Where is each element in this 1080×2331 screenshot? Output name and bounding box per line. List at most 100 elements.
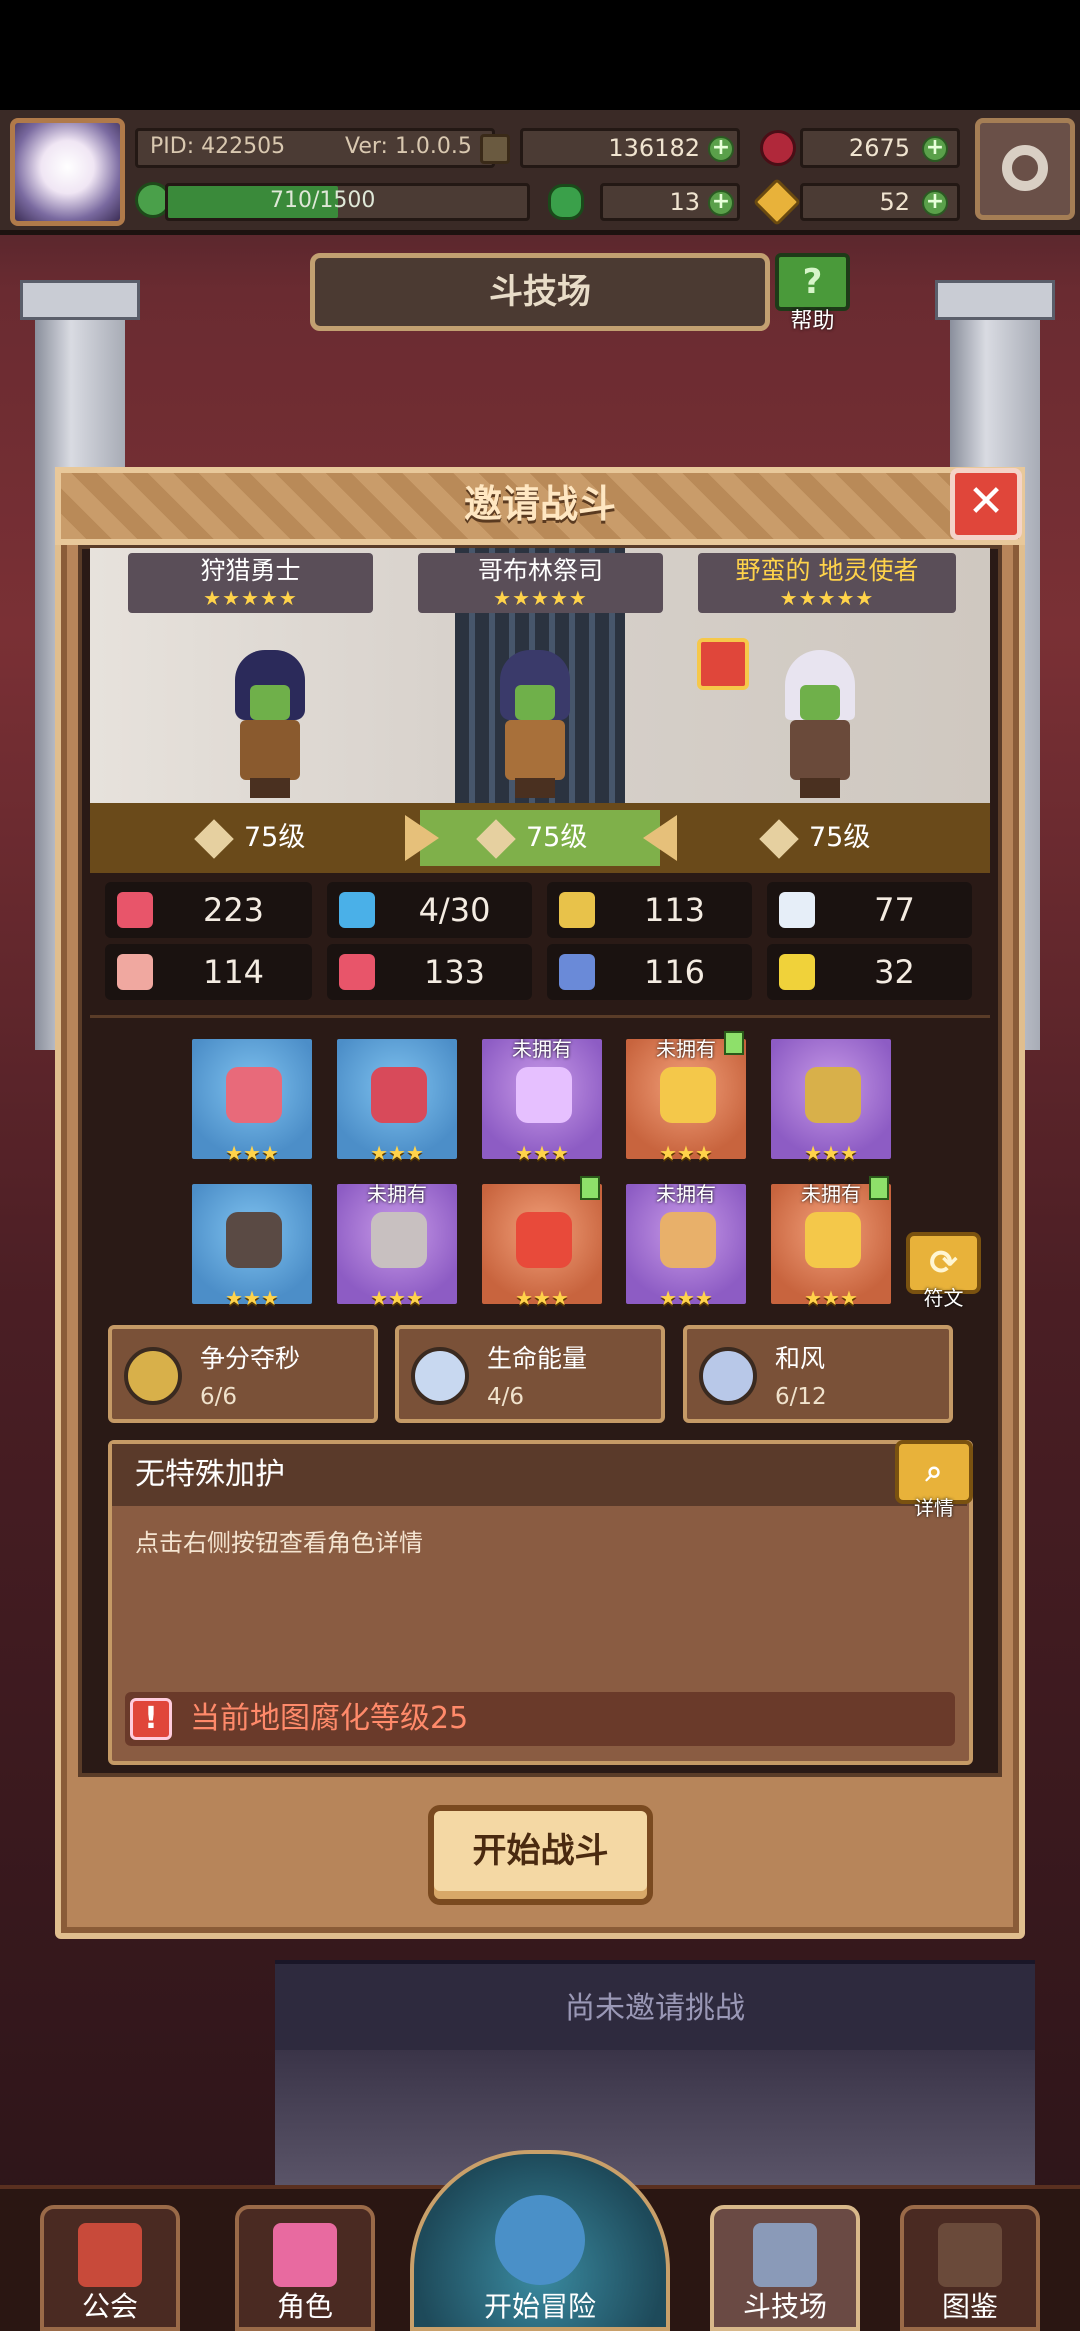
stat-resist: 116 <box>547 944 752 1000</box>
trait-count: 4/6 <box>487 1384 525 1410</box>
hero-sprite-hunter[interactable] <box>205 630 335 800</box>
equipment-stars: ★★★ <box>515 1286 569 1310</box>
stat-value: 116 <box>643 953 706 991</box>
fur-armor-icon <box>371 1212 427 1268</box>
detail-button[interactable]: ⌕ 详情 <box>895 1440 975 1524</box>
equipment-stars: ★★★ <box>370 1286 424 1310</box>
hero-body <box>505 720 565 780</box>
close-icon: ✕ <box>967 476 1005 527</box>
hero-stars: ★★★★★ <box>779 586 875 610</box>
stat-value: 223 <box>202 891 265 929</box>
stat-value: 133 <box>423 953 486 991</box>
magnifier-icon <box>495 2195 585 2285</box>
pid-text: PID: 422505 <box>150 134 286 159</box>
stat-magic: 133 <box>327 944 532 1000</box>
equipment-slot[interactable]: ★★★ <box>188 1180 316 1310</box>
equipment-stars: ★★★ <box>370 1141 424 1165</box>
not-owned-label: 未拥有 <box>367 1182 427 1206</box>
stat-value: 114 <box>202 953 265 991</box>
equipment-slot[interactable]: ★★★ <box>478 1176 606 1310</box>
equipment-stars: ★★★ <box>804 1141 858 1165</box>
equipment-slot[interactable]: 未拥有 ★★★ <box>333 1180 461 1310</box>
trait-name: 和风 <box>775 1344 826 1373</box>
pillar-cap-left <box>20 280 140 320</box>
hero-face <box>250 685 290 720</box>
no-invite-text: 尚未邀请挑战 <box>275 1960 1035 2050</box>
wand-icon <box>226 1067 282 1123</box>
help-button[interactable]: ? 帮助 <box>775 253 850 334</box>
equipment-slot[interactable]: ★★★ <box>188 1035 316 1165</box>
sword-icon <box>194 818 234 859</box>
nav-label: 公会 <box>81 2290 138 2323</box>
hourglass-icon <box>124 1347 182 1405</box>
coin-icon <box>480 134 510 164</box>
scroll-icon <box>559 954 595 990</box>
info-title: 无特殊加护 <box>135 1457 285 1492</box>
start-battle-button[interactable]: 开始战斗 <box>428 1805 653 1905</box>
add-clover-button[interactable]: + <box>708 190 734 216</box>
nav-guild[interactable]: 公会 <box>40 2205 180 2331</box>
not-owned-label: 未拥有 <box>512 1037 572 1061</box>
nav-label: 角色 <box>276 2290 333 2323</box>
trait-card-1[interactable]: 争分夺秒 6/6 <box>108 1325 378 1423</box>
gauntlet-icon <box>516 1212 572 1268</box>
hero-level-2: 75级 <box>476 810 587 866</box>
help-label: 帮助 <box>790 309 835 334</box>
hood-icon <box>226 1212 282 1268</box>
gem-icon <box>760 130 796 166</box>
nav-start-adventure[interactable]: 开始冒险 <box>410 2150 670 2331</box>
stat-value: 77 <box>874 891 915 929</box>
stat-value: 32 <box>874 953 915 991</box>
player-avatar[interactable] <box>10 118 125 226</box>
nav-arena[interactable]: 斗技场 <box>710 2205 860 2331</box>
warning-icon: ! <box>130 1698 172 1740</box>
close-button[interactable]: ✕ <box>950 468 1022 540</box>
nav-characters[interactable]: 角色 <box>235 2205 375 2331</box>
hero-legs <box>250 778 290 798</box>
hero-face <box>800 685 840 720</box>
stat-hp: 223 <box>105 882 312 938</box>
stat-mana: 4/30 <box>327 882 532 938</box>
add-gold-button[interactable]: + <box>708 136 734 162</box>
trait-card-3[interactable]: 和风 6/12 <box>683 1325 953 1423</box>
add-gem-button[interactable]: + <box>922 136 948 162</box>
staff-icon <box>759 818 799 859</box>
equipment-stars: ★★★ <box>804 1286 858 1310</box>
equipment-slot[interactable]: 未拥有 ★★★ <box>622 1031 750 1165</box>
gold-amount: 136182 <box>608 134 700 162</box>
hero-plate-3: 野蛮的 地灵使者 ★★★★★ <box>698 553 956 613</box>
rune-button[interactable]: ⟳ 符文 <box>906 1232 981 1312</box>
heart-shield-icon <box>371 1067 427 1123</box>
equipment-slot[interactable]: ★★★ <box>767 1035 895 1165</box>
hero-sprite-shaman[interactable] <box>755 630 885 800</box>
hero-face <box>515 685 555 720</box>
not-owned-label: 未拥有 <box>656 1182 716 1206</box>
equipment-slot[interactable]: ★★★ <box>333 1035 461 1165</box>
settings-button[interactable] <box>975 118 1075 220</box>
hero-sprite-priest[interactable] <box>470 630 600 800</box>
equipment-slot[interactable]: 未拥有 ★★★ <box>767 1176 895 1310</box>
crest-icon <box>476 818 516 859</box>
divider <box>90 1015 990 1018</box>
feather-icon <box>699 1347 757 1405</box>
add-key-button[interactable]: + <box>922 190 948 216</box>
upgrade-arrow-icon <box>724 1031 744 1055</box>
heart-icon <box>117 892 153 928</box>
trait-card-2[interactable]: 生命能量 4/6 <box>395 1325 665 1423</box>
trait-count: 6/6 <box>200 1384 238 1410</box>
equipment-slot[interactable]: 未拥有 ★★★ <box>622 1180 750 1310</box>
equipment-slot[interactable]: 未拥有 ★★★ <box>478 1035 606 1165</box>
trait-count: 6/12 <box>775 1384 827 1410</box>
clover-amount: 13 <box>669 188 700 216</box>
hero-stars: ★★★★★ <box>493 586 588 610</box>
nav-codex[interactable]: 图鉴 <box>900 2205 1040 2331</box>
gold-boots-icon <box>805 1212 861 1268</box>
key-amount: 52 <box>879 188 910 216</box>
trait-name: 争分夺秒 <box>200 1344 301 1373</box>
stat-speed: 77 <box>767 882 972 938</box>
nav-label: 斗技场 <box>742 2290 827 2323</box>
hero-badge-icon <box>697 638 749 690</box>
gear-icon <box>1002 145 1048 191</box>
hero-legs <box>515 778 555 798</box>
guild-house-icon <box>78 2223 142 2287</box>
